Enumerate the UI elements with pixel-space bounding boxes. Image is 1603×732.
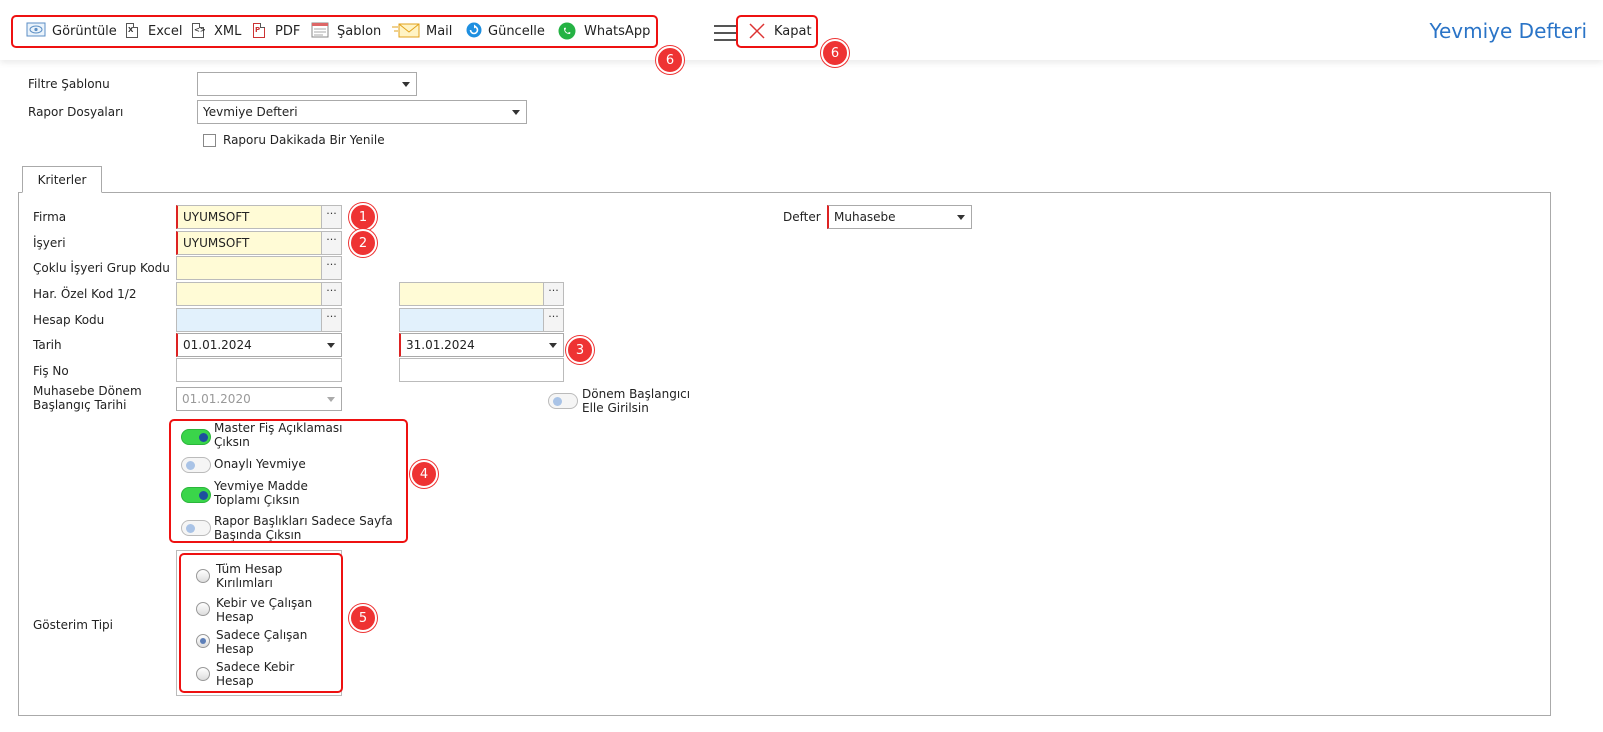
defter-value: Muhasebe — [834, 210, 896, 224]
filter-template-label: Filtre Şablonu — [28, 77, 110, 91]
ozel-kod-2-field[interactable]: ··· — [399, 282, 564, 306]
isyeri-label: İşyeri — [33, 236, 66, 250]
tarih-start-picker[interactable]: 01.01.2024 — [176, 333, 342, 357]
chevron-down-icon — [327, 397, 335, 402]
annotation-box-close — [736, 15, 818, 48]
report-files-select[interactable]: Yevmiye Defteri — [197, 100, 527, 124]
fis-no-label: Fiş No — [33, 364, 69, 378]
donem-date-picker: 01.01.2020 — [176, 387, 342, 411]
lookup-dots-button[interactable]: ··· — [321, 309, 341, 331]
hesap-kodu-end-field[interactable]: ··· — [399, 308, 564, 332]
auto-refresh-label: Raporu Dakikada Bir Yenile — [223, 133, 385, 147]
hesap-kodu-label: Hesap Kodu — [33, 313, 105, 327]
annotation-badge: 5 — [349, 604, 377, 632]
annotation-box-toolbar — [11, 15, 658, 48]
donem-elle-label-line2: Elle Girilsin — [582, 401, 649, 415]
chevron-down-icon — [512, 110, 520, 115]
isyeri-value: UYUMSOFT — [183, 236, 250, 250]
fis-no-end-field[interactable] — [399, 358, 564, 382]
firma-value: UYUMSOFT — [183, 210, 250, 224]
tarih-end-value: 31.01.2024 — [406, 338, 475, 352]
coklu-isyeri-label: Çoklu İşyeri Grup Kodu — [33, 261, 170, 275]
report-files-label: Rapor Dosyaları — [28, 105, 124, 119]
page-title: Yevmiye Defteri — [1429, 19, 1587, 43]
annotation-box-toggles — [169, 419, 408, 543]
report-files-value: Yevmiye Defteri — [203, 105, 298, 119]
tarih-start-value: 01.01.2024 — [183, 338, 252, 352]
tab-kriterler[interactable]: Kriterler — [22, 166, 102, 193]
donem-elle-label-line1: Dönem Başlangıcı — [582, 387, 691, 401]
chevron-down-icon — [549, 343, 557, 348]
donem-elle-toggle[interactable] — [548, 393, 578, 409]
chevron-down-icon — [327, 343, 335, 348]
firma-label: Firma — [33, 210, 67, 224]
lookup-dots-button[interactable]: ··· — [321, 232, 341, 254]
lookup-dots-button[interactable]: ··· — [543, 309, 563, 331]
lookup-dots-button[interactable]: ··· — [321, 257, 341, 279]
lookup-dots-button[interactable]: ··· — [321, 283, 341, 305]
donem-date-value: 01.01.2020 — [182, 392, 251, 406]
isyeri-field[interactable]: UYUMSOFT ··· — [176, 231, 342, 255]
firma-field[interactable]: UYUMSOFT ··· — [176, 205, 342, 229]
tarih-end-picker[interactable]: 31.01.2024 — [399, 333, 564, 357]
annotation-badge: 4 — [410, 460, 438, 488]
annotation-badge: 6 — [656, 46, 684, 74]
hamburger-menu-icon[interactable] — [714, 25, 738, 46]
hesap-kodu-start-field[interactable]: ··· — [176, 308, 342, 332]
donem-label: Muhasebe Dönem Başlangıç Tarihi — [33, 384, 142, 412]
ozel-kod-label: Har. Özel Kod 1/2 — [33, 287, 137, 301]
annotation-box-radios — [179, 553, 343, 693]
ozel-kod-1-field[interactable]: ··· — [176, 282, 342, 306]
chevron-down-icon — [402, 82, 410, 87]
annotation-badge: 2 — [349, 229, 377, 257]
annotation-badge: 3 — [566, 336, 594, 364]
gosterim-tipi-label: Gösterim Tipi — [33, 618, 113, 632]
annotation-badge: 1 — [349, 203, 377, 231]
auto-refresh-checkbox[interactable] — [203, 134, 216, 147]
donem-elle-label: Dönem Başlangıcı Elle Girilsin — [582, 387, 690, 415]
defter-select[interactable]: Muhasebe — [827, 205, 972, 229]
coklu-isyeri-field[interactable]: ··· — [176, 256, 342, 280]
chevron-down-icon — [957, 215, 965, 220]
donem-label-line2: Başlangıç Tarihi — [33, 398, 127, 412]
filter-template-select[interactable] — [197, 72, 417, 96]
defter-label: Defter — [783, 210, 821, 224]
tarih-label: Tarih — [33, 338, 62, 352]
donem-label-line1: Muhasebe Dönem — [33, 384, 142, 398]
lookup-dots-button[interactable]: ··· — [321, 206, 341, 228]
fis-no-start-field[interactable] — [176, 358, 342, 382]
annotation-badge: 6 — [821, 39, 849, 67]
lookup-dots-button[interactable]: ··· — [543, 283, 563, 305]
